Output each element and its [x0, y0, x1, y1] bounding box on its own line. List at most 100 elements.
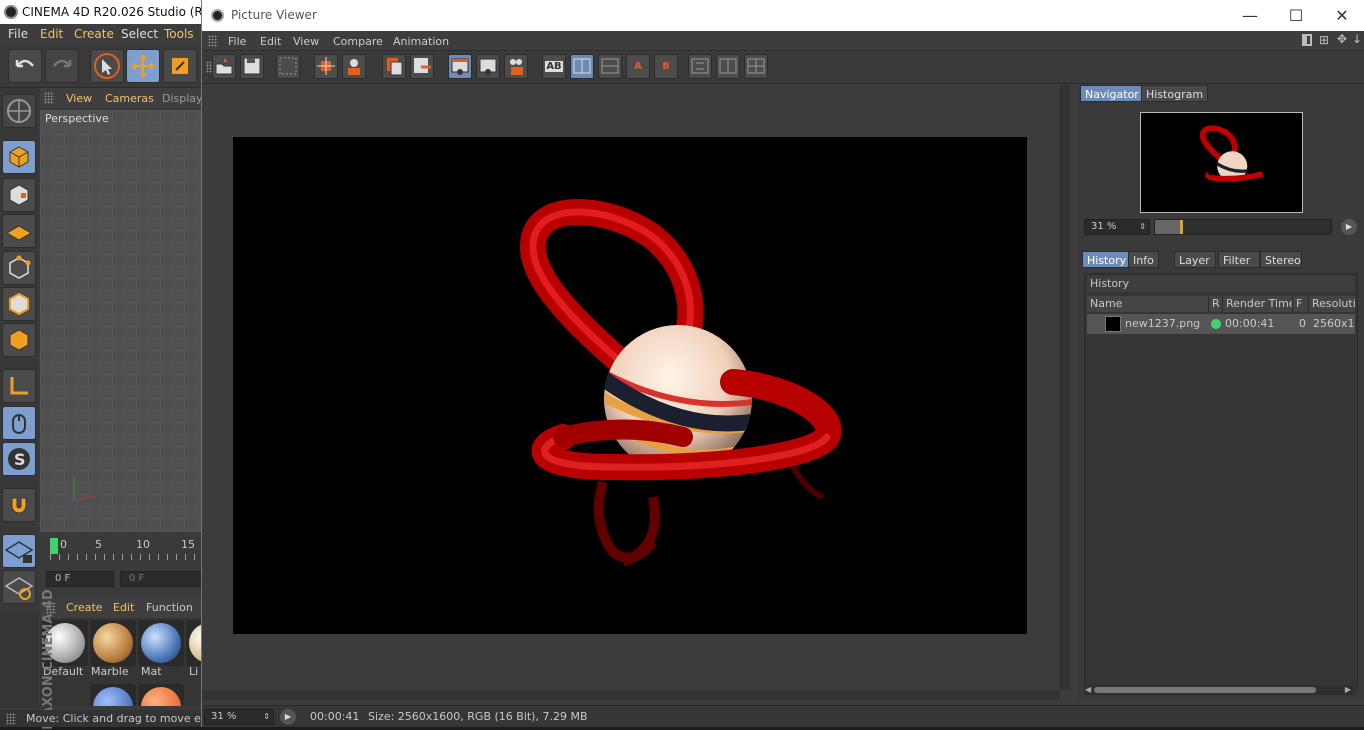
- tab-stereo[interactable]: Stereo: [1260, 251, 1302, 268]
- planar-workplane-button[interactable]: [2, 570, 36, 604]
- menu-file[interactable]: File: [8, 27, 28, 41]
- make-editable-button[interactable]: [2, 94, 36, 128]
- horizontal-scrollbar[interactable]: [202, 690, 1060, 700]
- scroll-right-icon[interactable]: ▶: [1345, 685, 1351, 694]
- snap-button[interactable]: [2, 488, 36, 522]
- maximize-button[interactable]: ☐: [1273, 0, 1319, 31]
- menu-tools[interactable]: Tools: [164, 27, 194, 41]
- show-render-button[interactable]: [448, 54, 472, 79]
- render-region-button[interactable]: [314, 54, 338, 79]
- save-button[interactable]: [240, 54, 264, 79]
- viewport-menu-display[interactable]: Display: [162, 92, 203, 105]
- navigator-play-button[interactable]: ▶: [1341, 219, 1357, 235]
- tab-filter[interactable]: Filter: [1218, 251, 1260, 268]
- history-scrollbar[interactable]: ◀ ▶: [1084, 685, 1354, 695]
- group-button[interactable]: [504, 54, 528, 79]
- panel-arrow-icon[interactable]: ↓: [1352, 32, 1362, 46]
- status-play-button[interactable]: ▶: [280, 709, 296, 725]
- swap-button[interactable]: [716, 54, 740, 79]
- region-render-button[interactable]: [276, 54, 300, 79]
- undo-button[interactable]: [8, 49, 42, 83]
- viewport-menu-view[interactable]: View: [66, 92, 92, 105]
- live-selection-button[interactable]: [90, 49, 124, 83]
- tab-info[interactable]: Info: [1128, 251, 1159, 268]
- history-scroll-thumb[interactable]: [1094, 687, 1316, 693]
- tab-history[interactable]: History: [1082, 251, 1132, 268]
- overlay-button[interactable]: [744, 54, 768, 79]
- model-mode-button[interactable]: [2, 140, 36, 174]
- open-button[interactable]: [212, 54, 236, 79]
- material-swatch-row2[interactable]: [138, 684, 184, 706]
- pv-menu-compare[interactable]: Compare: [333, 35, 383, 48]
- copy-button[interactable]: [382, 54, 406, 79]
- delete-button[interactable]: [410, 54, 434, 79]
- timeline-ruler[interactable]: 0 5 10 15: [40, 534, 205, 566]
- show-region-button[interactable]: [476, 54, 500, 79]
- viewport-menu-cameras[interactable]: Cameras: [105, 92, 154, 105]
- navigator-zoom-slider[interactable]: [1154, 219, 1332, 235]
- menu-select[interactable]: Select: [121, 27, 158, 41]
- col-r[interactable]: R: [1209, 296, 1223, 312]
- solo-button[interactable]: S: [2, 442, 36, 476]
- tweak-mode-button[interactable]: [2, 406, 36, 440]
- history-row[interactable]: new1237.png 00:00:41 0 2560x16: [1087, 314, 1355, 334]
- scale-tool-button[interactable]: [163, 49, 197, 83]
- texture-mode-button[interactable]: [2, 178, 36, 212]
- tab-navigator[interactable]: Navigator: [1080, 85, 1144, 102]
- pv-menu-edit[interactable]: Edit: [260, 35, 281, 48]
- col-render-time[interactable]: Render Time: [1223, 296, 1293, 312]
- navigator-zoom-field[interactable]: 31 % ⇕: [1084, 219, 1150, 235]
- edges-mode-button[interactable]: [2, 287, 36, 321]
- menu-edit[interactable]: Edit: [40, 27, 63, 41]
- col-resolution[interactable]: Resoluti: [1309, 296, 1355, 312]
- min-frame-field[interactable]: 0 F: [120, 571, 205, 587]
- close-button[interactable]: ✕: [1319, 0, 1364, 31]
- col-f[interactable]: F: [1293, 296, 1309, 312]
- tab-histogram[interactable]: Histogram: [1141, 85, 1209, 102]
- viewport-grip-icon: [44, 92, 54, 104]
- pv-menu-view[interactable]: View: [293, 35, 319, 48]
- difference-button[interactable]: [688, 54, 712, 79]
- new-panel-icon[interactable]: ⊞: [1319, 33, 1329, 47]
- material-menu-create[interactable]: Create: [66, 601, 103, 614]
- workplane-mode-button[interactable]: [2, 214, 36, 248]
- move-panel-icon[interactable]: ✥: [1337, 32, 1347, 46]
- col-name[interactable]: Name: [1087, 296, 1209, 312]
- lock-workplane-button[interactable]: [2, 534, 36, 568]
- material-marble[interactable]: [90, 620, 136, 666]
- set-b-button[interactable]: B: [654, 54, 678, 79]
- current-frame-field[interactable]: 0 F: [46, 571, 114, 587]
- navigator-zoom-value: 31 %: [1091, 221, 1117, 232]
- material-menu-edit[interactable]: Edit: [113, 601, 134, 614]
- viewport-menu-bar: View Cameras Display: [40, 88, 205, 108]
- image-display-area[interactable]: [202, 85, 1060, 690]
- split-horizontal-button[interactable]: [598, 54, 622, 79]
- axis-mode-button[interactable]: [2, 369, 36, 403]
- navigator-thumbnail[interactable]: [1140, 112, 1303, 213]
- locked-grid-icon: [4, 541, 34, 563]
- move-tool-button[interactable]: [126, 49, 160, 83]
- material-mat[interactable]: [138, 620, 184, 666]
- split-vertical-button[interactable]: [570, 54, 594, 79]
- scroll-left-icon[interactable]: ◀: [1085, 685, 1091, 694]
- pv-menu-animation[interactable]: Animation: [393, 35, 449, 48]
- redo-button[interactable]: [45, 49, 79, 83]
- status-zoom-field[interactable]: 31 % ⇕: [204, 709, 274, 725]
- material-menu-function[interactable]: Function: [146, 601, 193, 614]
- material-swatch-row2[interactable]: [90, 684, 136, 706]
- vertical-scrollbar[interactable]: [1060, 85, 1070, 690]
- layout-icon[interactable]: [1302, 34, 1312, 46]
- ab-compare-button[interactable]: AB: [542, 54, 566, 79]
- set-a-button[interactable]: A: [626, 54, 650, 79]
- current-frame-marker[interactable]: [50, 538, 58, 554]
- tab-layer[interactable]: Layer: [1174, 251, 1216, 268]
- polygons-mode-button[interactable]: [2, 323, 36, 357]
- material-label: Li: [189, 665, 199, 678]
- pv-menu-file[interactable]: File: [228, 35, 246, 48]
- zoom-slider-knob[interactable]: [1180, 220, 1183, 234]
- menu-create[interactable]: Create: [74, 27, 114, 41]
- points-mode-button[interactable]: [2, 251, 36, 285]
- user-filter-button[interactable]: [342, 54, 366, 79]
- minimize-button[interactable]: —: [1227, 0, 1273, 31]
- perspective-viewport[interactable]: Perspective: [40, 110, 205, 532]
